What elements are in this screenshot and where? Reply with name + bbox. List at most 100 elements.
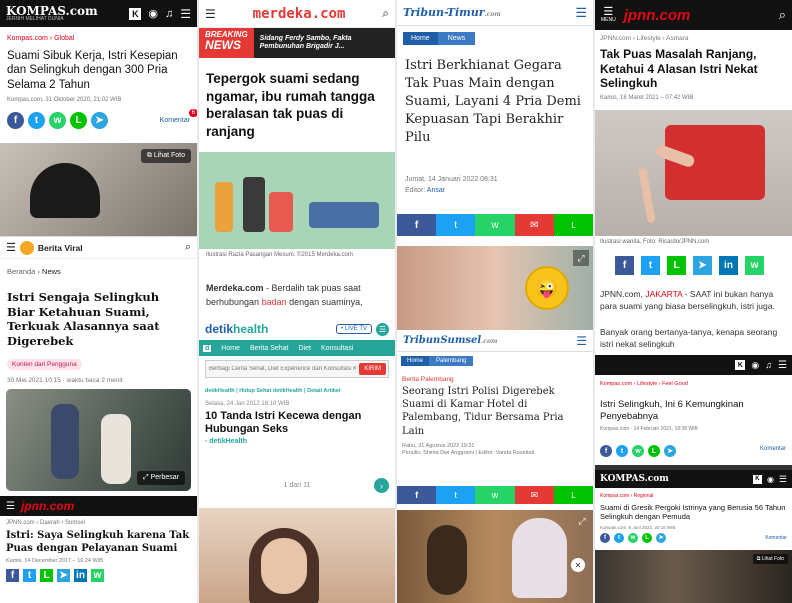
article-kicker[interactable]: Berita Palembang — [397, 366, 593, 383]
twitter-icon[interactable]: t — [28, 112, 45, 130]
tribun-timur-logo[interactable]: Tribun-Timur.com — [403, 6, 501, 19]
facebook-icon[interactable]: f — [600, 445, 612, 457]
crumb-link[interactable]: Beranda — [7, 267, 35, 276]
menu-icon[interactable]: ☰ — [6, 501, 15, 512]
enlarge-button[interactable]: ⤢ Perbesar — [137, 471, 185, 485]
send-button[interactable]: KIRIM — [359, 363, 386, 375]
facebook-icon[interactable]: f — [600, 532, 610, 543]
facebook-icon[interactable]: f — [397, 214, 437, 236]
line-icon[interactable]: L — [553, 486, 593, 504]
line-icon[interactable]: L — [648, 445, 660, 457]
crumb-link[interactable]: Regional — [634, 493, 654, 499]
gamepad-icon[interactable]: ◉ — [767, 475, 774, 484]
breaking-news-bar[interactable]: BREAKING NEWS Sidang Ferdy Sambo, Fakta … — [199, 28, 395, 58]
twitter-icon[interactable]: t — [641, 256, 660, 275]
gamepad-icon[interactable]: ◉ — [148, 7, 158, 20]
whatsapp-icon[interactable]: w — [632, 445, 644, 457]
crumb-home[interactable]: Home — [403, 32, 438, 45]
jpnn-logo[interactable]: jpnn.com — [21, 499, 74, 513]
menu-icon[interactable]: ☰ — [575, 5, 587, 21]
telegram-icon[interactable]: ➤ — [656, 532, 666, 543]
facebook-icon[interactable]: f — [7, 112, 24, 130]
jpnn-logo[interactable]: jpnn.com — [624, 7, 691, 24]
search-icon[interactable]: ⌕ — [185, 241, 191, 254]
email-icon[interactable]: ✉ — [514, 214, 554, 236]
crumb-link[interactable]: JPNN.com — [600, 35, 631, 42]
linkedin-icon[interactable]: in — [74, 569, 87, 582]
whatsapp-icon[interactable]: w — [91, 569, 104, 582]
menu-button[interactable]: ☰ MENU — [601, 7, 616, 23]
whatsapp-icon[interactable]: w — [475, 486, 515, 504]
detikhealth-logo[interactable]: detikhealth — [205, 322, 268, 336]
menu-search-icon[interactable]: ☰ — [180, 7, 191, 21]
crumb-link[interactable]: Daerah — [40, 520, 60, 526]
next-page-icon[interactable]: › — [374, 478, 389, 493]
crumb-link[interactable]: Kompas.com — [7, 35, 48, 42]
nav-diet[interactable]: Diet — [299, 345, 311, 352]
twitter-icon[interactable]: t — [436, 214, 476, 236]
crumb-link[interactable]: Sumsel — [65, 520, 85, 526]
breadcrumb[interactable]: detikHealth | Hidup Sehat detikHealth | … — [199, 382, 395, 394]
menu-search-icon[interactable]: ☰ — [779, 474, 787, 485]
crumb-link[interactable]: JPNN.com — [6, 520, 35, 526]
search-icon[interactable]: ⌕ — [779, 7, 786, 23]
crumb-palembang[interactable]: Palembang — [429, 356, 474, 366]
nav-konsultasi[interactable]: Konsultasi — [321, 345, 353, 352]
nav-berita-sehat[interactable]: Berita Sehat — [250, 345, 289, 352]
menu-icon[interactable]: ☰ — [6, 241, 16, 254]
whatsapp-icon[interactable]: w — [475, 214, 515, 236]
whatsapp-icon[interactable]: w — [628, 532, 638, 543]
breaking-ticker[interactable]: Sidang Ferdy Sambo, Fakta Pembunuhan Bri… — [254, 35, 395, 52]
experience-input[interactable] — [206, 366, 360, 372]
facebook-icon[interactable]: f — [397, 486, 437, 504]
kompas-logo[interactable]: KOMPAS.com JERNIH MELIHAT DUNIA — [6, 5, 98, 22]
search-icon[interactable]: ⌕ — [382, 6, 389, 21]
nav-home[interactable]: Home — [221, 345, 240, 352]
menu-icon[interactable]: ☰ — [376, 322, 389, 336]
whatsapp-icon[interactable]: w — [745, 256, 764, 275]
crumb-link[interactable]: Lifestyle — [637, 35, 661, 42]
tribun-sumsel-logo[interactable]: TribunSumsel.com — [403, 335, 497, 346]
crumb-link[interactable]: Feel Good — [662, 381, 688, 387]
live-tv-button[interactable]: • LIVE TV — [335, 324, 372, 334]
comment-button[interactable]: Komentar — [765, 535, 787, 541]
line-icon[interactable]: L — [70, 112, 87, 130]
line-icon[interactable]: L — [40, 569, 53, 582]
expand-icon[interactable]: ⤢ — [575, 514, 589, 528]
crumb-link[interactable]: Asmara — [666, 35, 688, 42]
site-name[interactable]: Berita Viral — [38, 243, 83, 253]
expand-icon[interactable]: ⤢ — [573, 250, 589, 266]
crumb-link[interactable]: News — [42, 267, 61, 276]
menu-search-icon[interactable]: ☰ — [778, 360, 787, 371]
k-app-icon[interactable]: K — [752, 474, 762, 484]
menu-icon[interactable]: ☰ — [205, 7, 216, 21]
bell-icon[interactable]: ♫ — [765, 360, 772, 370]
telegram-icon[interactable]: ➤ — [664, 445, 676, 457]
view-photo-button[interactable]: ⧉ Lihat Foto — [752, 554, 788, 564]
facebook-icon[interactable]: f — [6, 569, 19, 582]
twitter-icon[interactable]: t — [23, 569, 36, 582]
twitter-icon[interactable]: t — [616, 445, 628, 457]
crumb-home[interactable]: Home — [401, 356, 430, 366]
line-icon[interactable]: L — [642, 532, 652, 543]
twitter-icon[interactable]: t — [436, 486, 476, 504]
email-icon[interactable]: ✉ — [514, 486, 554, 504]
comment-button[interactable]: Komentar 6 — [160, 109, 197, 124]
menu-icon[interactable]: ☰ — [576, 334, 587, 348]
telegram-icon[interactable]: ➤ — [693, 256, 712, 275]
crumb-link[interactable]: Kompas.com — [600, 381, 632, 387]
crumb-link[interactable]: Global — [54, 35, 74, 42]
whatsapp-icon[interactable]: w — [49, 112, 66, 130]
merdeka-logo[interactable]: merdeka.com — [253, 6, 346, 22]
comment-button[interactable]: Komentar — [760, 446, 786, 452]
twitter-icon[interactable]: t — [614, 532, 624, 543]
d-logo-icon[interactable]: d — [203, 344, 212, 352]
k-app-icon[interactable]: K — [129, 7, 142, 20]
close-icon[interactable]: ✕ — [571, 558, 585, 572]
line-icon[interactable]: L — [667, 256, 686, 275]
crumb-link[interactable]: Lifestyle — [637, 381, 657, 387]
k-app-icon[interactable]: K — [735, 360, 746, 370]
facebook-icon[interactable]: f — [615, 256, 634, 275]
view-photo-button[interactable]: ⧉ Lihat Foto — [140, 149, 191, 163]
crumb-news[interactable]: News — [437, 32, 476, 45]
